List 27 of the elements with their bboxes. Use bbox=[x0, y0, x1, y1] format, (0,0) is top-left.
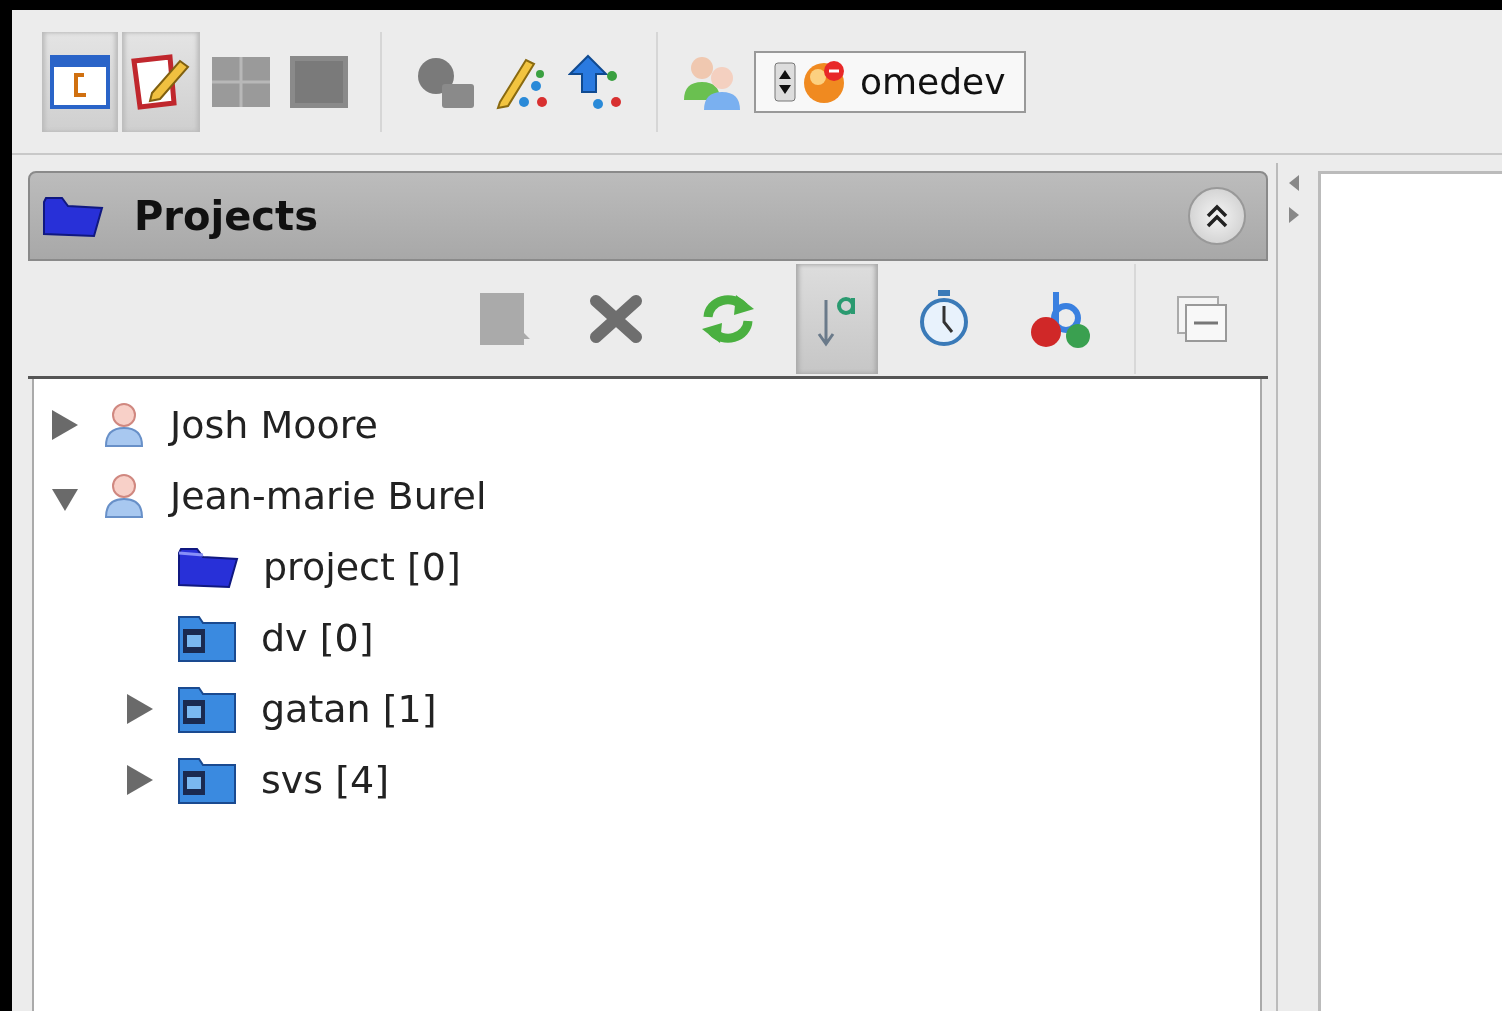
toolbar-button[interactable] bbox=[42, 31, 118, 132]
user-icon bbox=[102, 401, 146, 448]
grid-icon bbox=[212, 56, 270, 107]
toolbar-button[interactable] bbox=[122, 31, 200, 132]
tree-item-label[interactable]: Jean-marie Burel bbox=[170, 473, 487, 518]
collapse-all-icon bbox=[1176, 294, 1228, 343]
tree-item-label[interactable]: gatan [1] bbox=[261, 686, 437, 731]
group-selector[interactable]: omedev bbox=[754, 50, 1026, 113]
new-item-icon bbox=[478, 290, 532, 347]
tree-item-label[interactable]: Josh Moore bbox=[170, 402, 378, 447]
arrows-icon bbox=[1287, 173, 1301, 225]
triangle-icon bbox=[127, 693, 153, 724]
stopwatch-icon bbox=[918, 289, 970, 348]
panel-title: Projects bbox=[134, 193, 319, 239]
triangle-icon bbox=[127, 764, 153, 795]
tree-item-label[interactable]: dv [0] bbox=[261, 615, 374, 660]
stepper-icon bbox=[774, 61, 796, 102]
user-icon bbox=[102, 472, 146, 519]
window-icon bbox=[50, 54, 110, 109]
delete-icon bbox=[590, 294, 642, 343]
triangle-icon bbox=[52, 409, 78, 440]
pencil-note-icon bbox=[130, 52, 192, 111]
square-icon bbox=[290, 55, 348, 108]
tree-item-label[interactable]: svs [4] bbox=[261, 757, 389, 802]
tree-item-label[interactable]: project [0] bbox=[263, 544, 461, 589]
folder-icon bbox=[42, 194, 104, 238]
upload-arrow-icon bbox=[568, 53, 624, 110]
